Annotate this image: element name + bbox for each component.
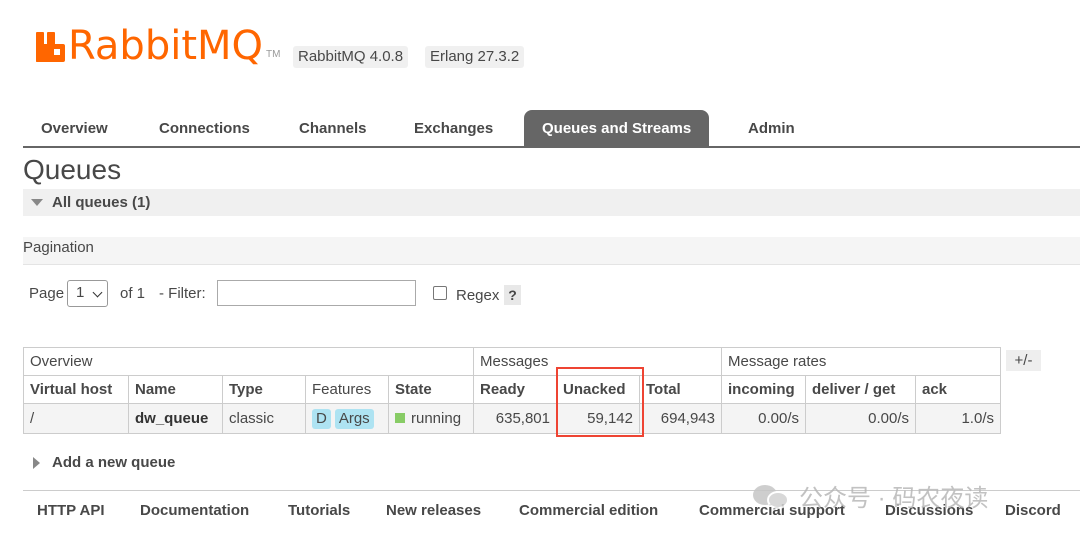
tab-overview[interactable]: Overview [23, 110, 126, 146]
all-queues-section-toggle[interactable]: All queues (1) [23, 189, 1080, 216]
regex-help-button[interactable]: ? [504, 285, 521, 305]
cell-unacked: 59,142 [556, 403, 640, 434]
page-title: Queues [23, 154, 122, 185]
cell-deliver-get: 0.00/s [805, 403, 916, 434]
running-status-icon [395, 413, 405, 423]
col-state[interactable]: State [388, 375, 474, 404]
all-queues-label: All queues (1) [52, 194, 151, 211]
page-label: Page [29, 285, 65, 302]
feature-badge-durable: D [312, 408, 331, 429]
watermark: 公众号 · 码农夜读 [753, 478, 988, 513]
logo-text: RabbitMQ [68, 23, 263, 69]
page-select[interactable]: 1 [67, 280, 108, 307]
filter-input[interactable] [217, 280, 416, 306]
expand-triangle-icon [33, 457, 40, 469]
col-features: Features [305, 375, 389, 404]
chevron-down-icon [92, 287, 103, 298]
filter-label: - Filter: [159, 285, 206, 302]
logo-trademark: TM [266, 49, 281, 60]
cell-total: 694,943 [639, 403, 722, 434]
cell-state: running [388, 403, 474, 434]
table-row: / dw_queue classic D Args running 635,801… [23, 403, 1001, 434]
footer-link-commercial-edition[interactable]: Commercial edition [519, 502, 658, 519]
col-total[interactable]: Total [639, 375, 722, 404]
rabbit-logo-icon [36, 32, 65, 62]
col-type[interactable]: Type [222, 375, 306, 404]
state-label: running [411, 410, 462, 427]
rabbitmq-version: RabbitMQ 4.0.8 [293, 46, 409, 68]
rabbitmq-logo[interactable]: RabbitMQ TM [36, 26, 280, 66]
main-nav-tabs: Overview Connections Channels Exchanges … [23, 110, 1080, 148]
wechat-icon [753, 483, 791, 509]
col-unacked[interactable]: Unacked [556, 375, 640, 404]
collapse-triangle-icon [31, 199, 43, 206]
footer-link-documentation[interactable]: Documentation [140, 502, 249, 519]
page-count-label: of 1 [120, 285, 146, 302]
footer-link-discord[interactable]: Discord [1005, 502, 1061, 519]
tab-channels[interactable]: Channels [281, 110, 385, 146]
col-virtual-host[interactable]: Virtual host [23, 375, 129, 404]
cell-features: D Args [305, 403, 389, 434]
regex-checkbox[interactable] [433, 286, 447, 300]
col-ready[interactable]: Ready [473, 375, 557, 404]
watermark-text: 公众号 · 码农夜读 [799, 485, 989, 512]
add-queue-label: Add a new queue [52, 454, 176, 471]
cell-type: classic [222, 403, 306, 434]
footer-link-tutorials[interactable]: Tutorials [288, 502, 350, 519]
column-toggle-button[interactable]: +/- [1006, 350, 1041, 371]
cell-ready: 635,801 [473, 403, 557, 434]
col-incoming[interactable]: incoming [721, 375, 806, 404]
group-header-message-rates: Message rates [721, 347, 1001, 376]
group-header-messages: Messages [473, 347, 722, 376]
footer-link-new-releases[interactable]: New releases [386, 502, 481, 519]
queue-name-link[interactable]: dw_queue [128, 403, 223, 434]
regex-label: Regex [456, 287, 500, 304]
erlang-version: Erlang 27.3.2 [425, 46, 525, 68]
feature-badge-args: Args [334, 408, 374, 429]
cell-vhost: / [23, 403, 129, 434]
add-queue-section-toggle[interactable]: Add a new queue [33, 454, 175, 471]
tab-exchanges[interactable]: Exchanges [396, 110, 511, 146]
tab-queues-and-streams[interactable]: Queues and Streams [524, 110, 710, 146]
col-name[interactable]: Name [128, 375, 223, 404]
pagination-heading: Pagination [23, 237, 1080, 265]
col-deliver-get[interactable]: deliver / get [805, 375, 916, 404]
cell-ack: 1.0/s [915, 403, 1001, 434]
queues-table: Overview Messages Message rates Virtual … [23, 347, 1001, 434]
footer-link-http-api[interactable]: HTTP API [37, 502, 105, 519]
group-header-overview: Overview [23, 347, 474, 376]
page-select-value: 1 [76, 284, 85, 301]
col-ack[interactable]: ack [915, 375, 1001, 404]
tab-connections[interactable]: Connections [141, 110, 268, 146]
tab-admin[interactable]: Admin [730, 110, 813, 146]
cell-incoming: 0.00/s [721, 403, 806, 434]
